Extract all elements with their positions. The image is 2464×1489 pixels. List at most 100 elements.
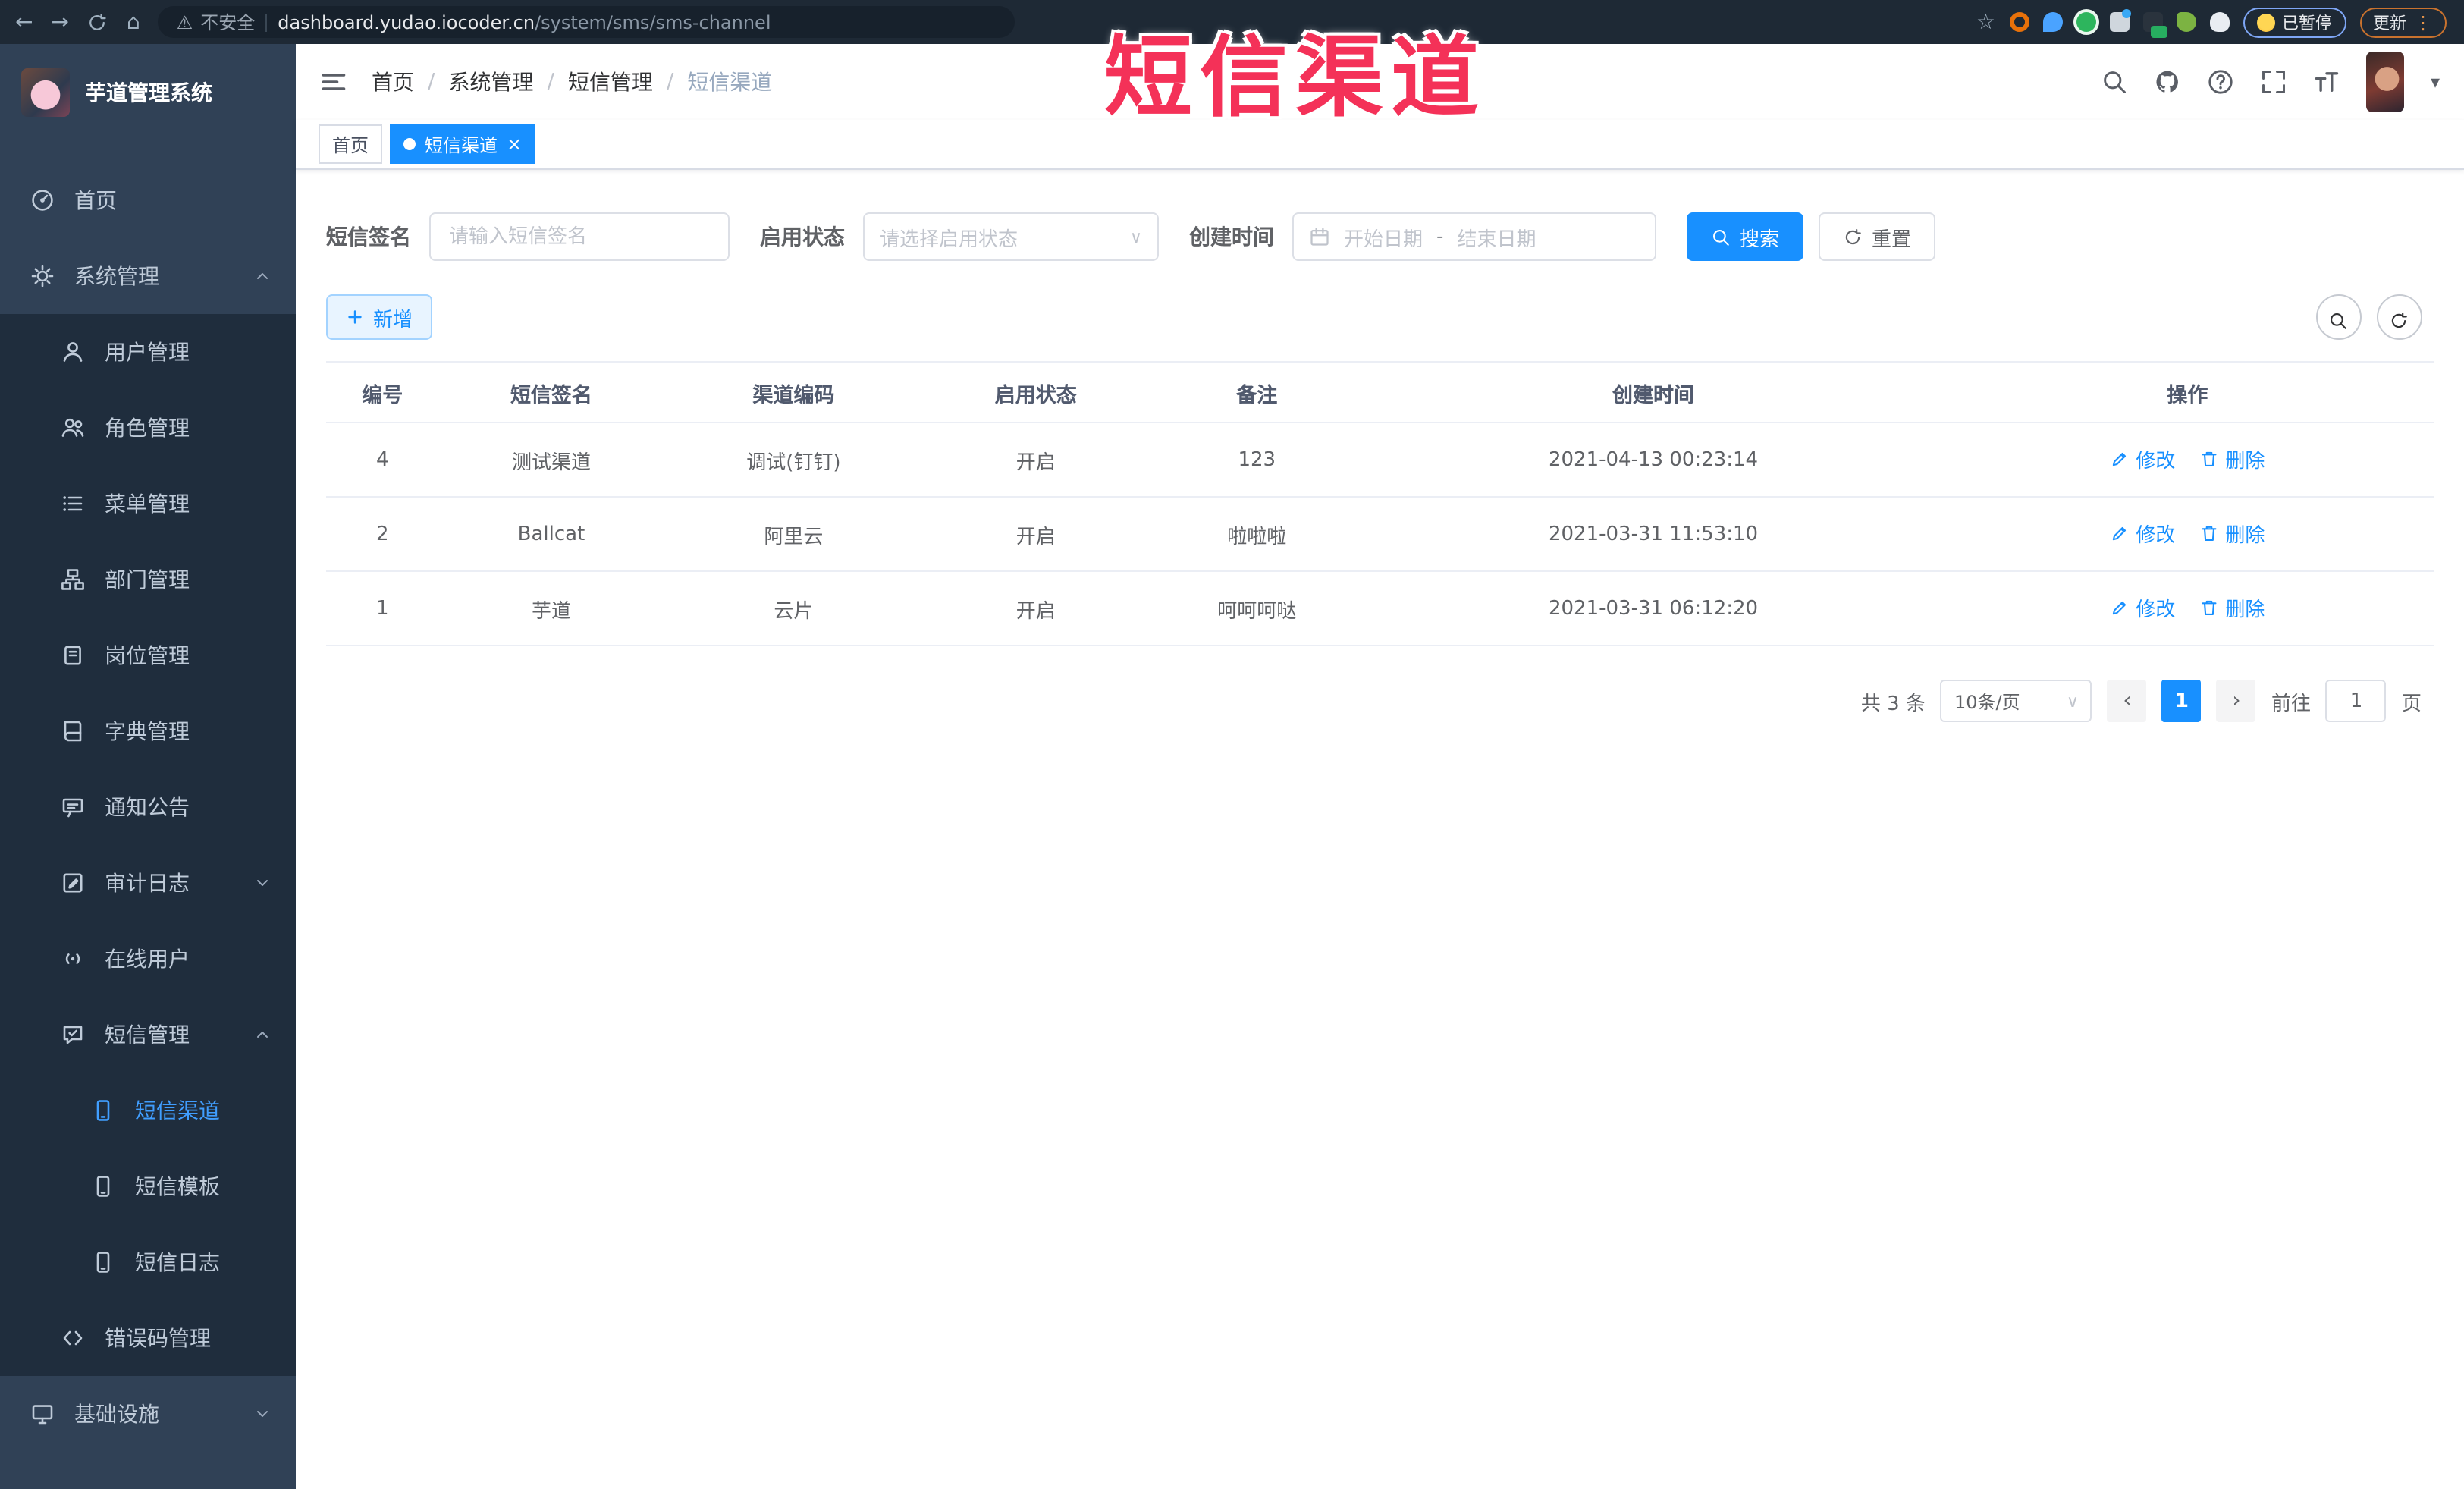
- address-bar[interactable]: ⚠ 不安全 dashboard.yudao.iocoder.cn/system/…: [158, 6, 1015, 38]
- tab-home[interactable]: 首页: [319, 124, 383, 164]
- sidebar-logo[interactable]: 芋道管理系统: [0, 44, 296, 141]
- font-size-icon[interactable]: [2314, 68, 2341, 96]
- forward-icon[interactable]: →: [51, 11, 68, 33]
- reset-button[interactable]: 重置: [1819, 212, 1936, 261]
- sidebar-item-sms-mgmt[interactable]: 短信管理: [0, 997, 296, 1073]
- chrome-update-button[interactable]: 更新 ⋮: [2359, 7, 2446, 37]
- sidebar-item-label: 字典管理: [105, 721, 190, 745]
- screen: ← → ⌂ ⚠ 不安全 dashboard.yudao.iocoder.cn/s…: [0, 0, 2464, 1489]
- sidebar-item-online-users[interactable]: 在线用户: [0, 921, 296, 997]
- update-label: 更新: [2373, 13, 2406, 33]
- cell-status: 开启: [923, 497, 1149, 572]
- status-select[interactable]: 请选择启用状态 ∨: [863, 212, 1159, 261]
- sidebar-item-menu-mgmt[interactable]: 菜单管理: [0, 466, 296, 542]
- search-icon[interactable]: [2101, 68, 2129, 96]
- mobile-icon: [91, 1098, 115, 1123]
- signal-icon: [61, 947, 85, 971]
- sidebar-item-home[interactable]: 首页: [0, 162, 296, 238]
- close-icon[interactable]: ×: [507, 135, 522, 153]
- sidebar-item-dict-mgmt[interactable]: 字典管理: [0, 693, 296, 769]
- toggle-search-button[interactable]: [2315, 294, 2361, 340]
- cell-code: 云片: [664, 571, 924, 646]
- extension-icon-blue-pin[interactable]: [2042, 12, 2062, 32]
- breadcrumb-home[interactable]: 首页: [372, 67, 414, 97]
- cell-actions: 修改 删除: [1941, 571, 2434, 646]
- refresh-table-button[interactable]: [2376, 294, 2422, 340]
- page-unit-label: 页: [2401, 693, 2422, 715]
- bookmark-star-icon[interactable]: ☆: [1976, 11, 1995, 33]
- delete-link[interactable]: 删除: [2199, 445, 2265, 473]
- sidebar-item-post-mgmt[interactable]: 岗位管理: [0, 617, 296, 693]
- hamburger-icon[interactable]: [320, 68, 347, 96]
- edit-link[interactable]: 修改: [2110, 519, 2175, 548]
- sidebar-item-sms-channel[interactable]: 短信渠道: [0, 1073, 296, 1148]
- url-path: /system/sms/sms-channel: [535, 11, 771, 33]
- chevron-down-icon: ∨: [2066, 691, 2079, 711]
- cell-remark: 呵呵呵哒: [1148, 571, 1366, 646]
- date-range-picker[interactable]: 开始日期 - 结束日期: [1292, 212, 1656, 261]
- goto-label: 前往: [2271, 693, 2311, 715]
- delete-link[interactable]: 删除: [2199, 519, 2265, 548]
- extension-icon-green-check[interactable]: [2076, 12, 2095, 32]
- sidebar-item-audit-log[interactable]: 审计日志: [0, 845, 296, 921]
- user-icon: [61, 340, 85, 364]
- sidebar-item-notice[interactable]: 通知公告: [0, 769, 296, 845]
- extension-icon-gray-blue[interactable]: [2109, 9, 2130, 32]
- tab-sms-channel[interactable]: 短信渠道 ×: [390, 124, 536, 164]
- reload-icon[interactable]: [87, 11, 108, 33]
- col-remark: 备注: [1148, 361, 1366, 423]
- next-page-button[interactable]: ›: [2216, 680, 2256, 722]
- sidebar-item-infra[interactable]: 基础设施: [0, 1376, 296, 1452]
- avatar[interactable]: [2366, 52, 2405, 112]
- sidebar-item-role-mgmt[interactable]: 角色管理: [0, 390, 296, 466]
- plus-icon: [346, 308, 364, 326]
- announcement-icon: [61, 795, 85, 819]
- page-size-value: 10条/页: [1954, 691, 2020, 712]
- delete-link[interactable]: 删除: [2199, 593, 2265, 622]
- sitemap-icon: [61, 567, 85, 592]
- cell-remark: 123: [1148, 423, 1366, 498]
- breadcrumb-sms[interactable]: 短信管理: [568, 67, 653, 97]
- current-page[interactable]: 1: [2161, 680, 2202, 722]
- edit-link-label: 修改: [2136, 525, 2176, 548]
- help-icon[interactable]: [2208, 68, 2235, 96]
- sidebar-item-system[interactable]: 系统管理: [0, 238, 296, 314]
- extension-icon-green-leaf[interactable]: [2176, 12, 2196, 32]
- gear-icon: [30, 264, 55, 288]
- sidebar-item-label: 短信日志: [135, 1252, 220, 1276]
- edit-link[interactable]: 修改: [2110, 445, 2175, 473]
- sidebar-item-sms-log[interactable]: 短信日志: [0, 1224, 296, 1300]
- extension-icon-orange[interactable]: [2009, 12, 2029, 32]
- profile-paused-badge[interactable]: 已暂停: [2243, 7, 2346, 37]
- search-button[interactable]: 搜索: [1687, 212, 1804, 261]
- extension-icon-dark-on[interactable]: [2142, 12, 2167, 38]
- sign-input[interactable]: [429, 212, 730, 261]
- header-actions: ▾: [2101, 52, 2440, 112]
- sidebar-item-label: 首页: [74, 190, 117, 214]
- security-indicator[interactable]: ⚠ 不安全: [177, 9, 256, 35]
- add-button[interactable]: 新增: [326, 294, 433, 340]
- more-vert-icon[interactable]: ⋮: [2414, 11, 2432, 33]
- goto-page-input[interactable]: [2325, 680, 2387, 722]
- breadcrumb: 首页 / 系统管理 / 短信管理 / 短信渠道: [372, 67, 772, 97]
- sidebar-item-user-mgmt[interactable]: 用户管理: [0, 314, 296, 390]
- fullscreen-icon[interactable]: [2261, 68, 2288, 96]
- github-icon[interactable]: [2155, 68, 2182, 96]
- status-placeholder: 请选择启用状态: [880, 228, 1019, 251]
- edit-link[interactable]: 修改: [2110, 593, 2175, 622]
- breadcrumb-system[interactable]: 系统管理: [448, 67, 533, 97]
- sidebar-item-dept-mgmt[interactable]: 部门管理: [0, 542, 296, 617]
- cell-actions: 修改 删除: [1941, 497, 2434, 572]
- add-button-label: 新增: [373, 307, 413, 330]
- breadcrumb-separator: /: [428, 70, 435, 94]
- back-icon[interactable]: ←: [15, 11, 33, 33]
- prev-page-button[interactable]: ‹: [2107, 680, 2147, 722]
- caret-down-icon[interactable]: ▾: [2431, 71, 2440, 93]
- home-icon[interactable]: ⌂: [127, 11, 140, 33]
- sidebar-item-sms-template[interactable]: 短信模板: [0, 1148, 296, 1224]
- extension-icon-white[interactable]: [2209, 12, 2229, 32]
- tab-label: 短信渠道: [425, 134, 498, 155]
- page-size-select[interactable]: 10条/页 ∨: [1940, 680, 2092, 722]
- list-icon: [61, 492, 85, 516]
- sidebar-item-error-code[interactable]: 错误码管理: [0, 1300, 296, 1376]
